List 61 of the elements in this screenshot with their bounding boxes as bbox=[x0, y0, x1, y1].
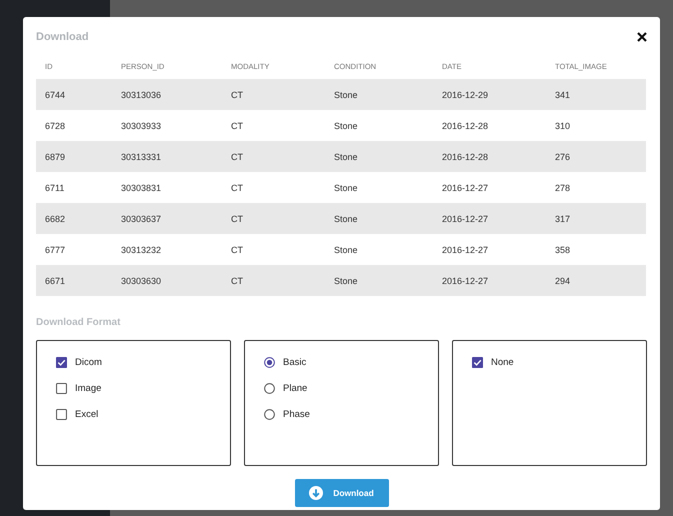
table-cell: Stone bbox=[325, 110, 433, 141]
option-label: Dicom bbox=[75, 356, 102, 368]
table-cell: CT bbox=[222, 203, 325, 234]
table-cell: Stone bbox=[325, 203, 433, 234]
checkbox[interactable] bbox=[56, 356, 67, 368]
table-cell: 310 bbox=[546, 110, 646, 141]
table-cell: 30303933 bbox=[112, 110, 222, 141]
table-cell: Stone bbox=[325, 141, 433, 172]
option-label: Image bbox=[75, 382, 102, 394]
table-cell: 30313232 bbox=[112, 234, 222, 265]
table-cell: CT bbox=[222, 265, 325, 296]
table-cell: 30303831 bbox=[112, 172, 222, 203]
checkbox[interactable] bbox=[56, 408, 67, 420]
table-cell: 6777 bbox=[36, 234, 112, 265]
table-cell: 6728 bbox=[36, 110, 112, 141]
table-cell: 30313036 bbox=[112, 79, 222, 110]
table-cell: 358 bbox=[546, 234, 646, 265]
checkbox[interactable] bbox=[56, 382, 67, 394]
table-cell: 30313331 bbox=[112, 141, 222, 172]
table-cell: 2016-12-27 bbox=[433, 203, 546, 234]
table-cell: 317 bbox=[546, 203, 646, 234]
dialog-title: Download bbox=[36, 31, 89, 43]
table-cell: 30303637 bbox=[112, 203, 222, 234]
table-cell: 2016-12-28 bbox=[433, 141, 546, 172]
table-cell: 2016-12-27 bbox=[433, 172, 546, 203]
download-icon bbox=[309, 486, 324, 500]
table-cell: 2016-12-29 bbox=[433, 79, 546, 110]
checkbox[interactable] bbox=[472, 356, 483, 368]
table-cell: CT bbox=[222, 234, 325, 265]
table-cell: 2016-12-28 bbox=[433, 110, 546, 141]
option-label: Plane bbox=[283, 382, 308, 394]
table-cell: 276 bbox=[546, 141, 646, 172]
table-cell: Stone bbox=[325, 234, 433, 265]
table-cell: 2016-12-27 bbox=[433, 265, 546, 296]
option-label: None bbox=[491, 356, 514, 368]
option-label: Basic bbox=[283, 356, 306, 368]
table-cell: 30303630 bbox=[112, 265, 222, 296]
table-cell: Stone bbox=[325, 172, 433, 203]
table-cell: 341 bbox=[546, 79, 646, 110]
radio-button[interactable] bbox=[264, 382, 275, 394]
table-cell: 6671 bbox=[36, 265, 112, 296]
table-cell: CT bbox=[222, 110, 325, 141]
table-cell: 6879 bbox=[36, 141, 112, 172]
table-cell: Stone bbox=[325, 265, 433, 296]
table-cell: 294 bbox=[546, 265, 646, 296]
table-cell: CT bbox=[222, 79, 325, 110]
table-cell: CT bbox=[222, 172, 325, 203]
table-cell: 2016-12-27 bbox=[433, 234, 546, 265]
table-cell: CT bbox=[222, 141, 325, 172]
table-cell: 278 bbox=[546, 172, 646, 203]
table-cell: 6744 bbox=[36, 79, 112, 110]
radio-button[interactable] bbox=[264, 408, 275, 420]
option-label: Excel bbox=[75, 408, 98, 420]
option-label: Phase bbox=[283, 408, 310, 420]
radio-button[interactable] bbox=[264, 356, 275, 368]
table-cell: 6711 bbox=[36, 172, 112, 203]
section-title: Download Format bbox=[36, 317, 122, 328]
download-button[interactable]: Download bbox=[294, 479, 388, 507]
close-icon[interactable] bbox=[636, 31, 648, 43]
table-cell: 6682 bbox=[36, 203, 112, 234]
table-cell: Stone bbox=[325, 79, 433, 110]
